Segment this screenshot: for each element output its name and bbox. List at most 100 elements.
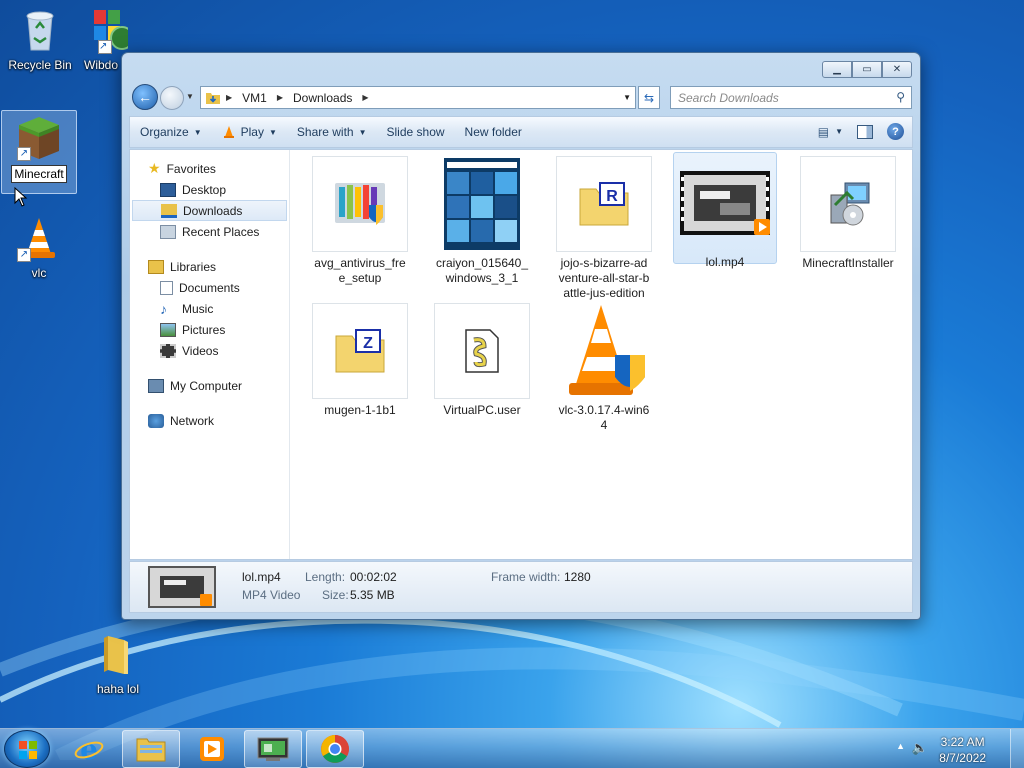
details-size-value: 5.35 MB — [350, 588, 395, 602]
address-bar[interactable]: ▶ VM1 ▶ Downloads ▶ ▼ — [200, 86, 636, 109]
taskbar-windows-explorer[interactable] — [122, 730, 180, 768]
navigation-pane: ★ Favorites Desktop Downloads Recent Plac… — [130, 150, 290, 559]
nav-libraries[interactable]: Libraries — [130, 256, 289, 277]
volume-icon[interactable]: 🔈 — [912, 740, 928, 756]
breadcrumb-arrow-icon[interactable]: ▶ — [362, 93, 368, 102]
vlc-small-icon — [223, 126, 234, 138]
play-button[interactable]: Play ▼ — [212, 125, 287, 139]
file-item[interactable]: Z mugen-1-1b1 — [308, 301, 412, 418]
maximize-button[interactable]: ▭ — [852, 61, 882, 78]
desktop-icon-recycle-bin[interactable]: Recycle Bin — [2, 6, 78, 72]
media-player-icon — [200, 737, 224, 761]
nav-music[interactable]: ♪ Music — [130, 298, 289, 319]
details-file-name: lol.mp4 — [242, 570, 281, 584]
libraries-icon — [148, 259, 164, 274]
caption-buttons: ▁ ▭ ✕ — [822, 61, 912, 78]
search-placeholder: Search Downloads — [678, 90, 779, 105]
nav-label: Music — [182, 301, 214, 316]
desktop-icon-vlc[interactable]: ↗ vlc — [1, 214, 77, 280]
downloads-folder-icon — [206, 92, 220, 104]
details-frame-width-label: Frame width: — [491, 570, 561, 584]
nav-documents[interactable]: Documents — [130, 277, 289, 298]
nav-label: Desktop — [182, 182, 227, 197]
minimize-button[interactable]: ▁ — [822, 61, 852, 78]
taskbar: e ▲ 🔈 3:22 AM 8/7/2022 — [0, 728, 1024, 768]
nav-network[interactable]: Network — [130, 410, 289, 431]
desktop-icon-label: Recycle Bin — [8, 58, 72, 72]
new-folder-button[interactable]: New folder — [455, 125, 532, 139]
nav-videos[interactable]: Videos — [130, 340, 289, 361]
nav-downloads[interactable]: Downloads — [132, 200, 287, 221]
shortcut-arrow-icon: ↗ — [98, 40, 112, 54]
show-hidden-icons-icon[interactable]: ▲ — [896, 741, 905, 751]
forward-button[interactable] — [160, 86, 184, 110]
details-length-label: Length: — [305, 570, 346, 584]
preview-pane-icon[interactable] — [857, 124, 873, 139]
desktop-icon-haha-lol[interactable]: haha lol — [80, 630, 156, 696]
chevron-down-icon[interactable]: ▼ — [835, 127, 843, 136]
svg-text:R: R — [606, 188, 618, 205]
maximize-icon: ▭ — [862, 64, 872, 75]
content-area: ★ Favorites Desktop Downloads Recent Plac… — [129, 149, 913, 560]
nav-desktop[interactable]: Desktop — [130, 179, 289, 200]
taskbar-chrome[interactable] — [306, 730, 364, 768]
taskbar-internet-explorer[interactable]: e — [60, 730, 118, 768]
rename-field[interactable]: Minecraft — [11, 165, 67, 183]
breadcrumb-arrow-icon[interactable]: ▶ — [277, 93, 283, 102]
documents-icon — [160, 280, 173, 295]
nav-label: Favorites — [166, 161, 216, 176]
help-icon[interactable]: ? — [887, 123, 904, 140]
show-desktop-button[interactable] — [1010, 729, 1024, 768]
star-icon: ★ — [148, 160, 161, 176]
taskbar-virtual-pc[interactable] — [244, 730, 302, 768]
share-with-button[interactable]: Share with ▼ — [287, 125, 377, 139]
nav-label: Videos — [182, 343, 219, 358]
recent-pages-dropdown[interactable]: ▼ — [186, 92, 194, 101]
breadcrumb-vm1[interactable]: VM1 — [242, 91, 267, 105]
nav-favorites[interactable]: ★ Favorites — [130, 158, 289, 179]
file-item[interactable]: vlc-3.0.17.4-win6 4 — [552, 301, 656, 433]
taskbar-media-player[interactable] — [183, 730, 241, 768]
start-button[interactable] — [4, 730, 50, 768]
file-item[interactable]: craiyon_015640_ windows_3_1 — [430, 154, 534, 286]
search-input[interactable]: Search Downloads ⚲ — [670, 86, 912, 109]
nav-label: Network — [170, 413, 215, 428]
breadcrumb-arrow-icon[interactable]: ▶ — [226, 93, 232, 102]
image-thumbnail — [434, 156, 530, 252]
nav-my-computer[interactable]: My Computer — [130, 375, 289, 396]
video-thumbnail — [677, 155, 773, 251]
back-arrow-icon: ← — [138, 89, 152, 105]
close-button[interactable]: ✕ — [882, 61, 912, 78]
file-item[interactable]: R jojo-s-bizarre-ad venture-all-star-b a… — [552, 154, 656, 301]
view-controls: ▤ ▼ ? — [818, 123, 904, 140]
slide-show-button[interactable]: Slide show — [377, 125, 455, 139]
back-button[interactable]: ← — [132, 84, 158, 110]
zip-archive-icon: Z — [312, 303, 408, 399]
refresh-button[interactable]: ⇆ — [638, 86, 660, 109]
chevron-down-icon: ▼ — [358, 127, 367, 137]
organize-button[interactable]: Organize ▼ — [130, 125, 212, 139]
new-folder-label: New folder — [464, 125, 522, 139]
svg-text:e: e — [80, 734, 98, 764]
file-item[interactable]: VirtualPC.user — [430, 301, 534, 418]
computer-icon — [148, 378, 164, 393]
clock[interactable]: 3:22 AM 8/7/2022 — [939, 734, 986, 766]
desktop-icon-label: haha lol — [96, 682, 140, 696]
file-name: jojo-s-bizarre-ad venture-all-star-b att… — [558, 256, 650, 300]
nav-pictures[interactable]: Pictures — [130, 319, 289, 340]
file-item-selected[interactable]: lol.mp4 — [673, 152, 777, 269]
avg-installer-icon — [312, 156, 408, 252]
breadcrumb-downloads[interactable]: Downloads — [293, 91, 352, 105]
nav-recent-places[interactable]: Recent Places — [130, 221, 289, 242]
file-item[interactable]: avg_antivirus_fre e_setup — [308, 154, 412, 286]
explorer-window: ▁ ▭ ✕ ← ▼ ▶ VM1 ▶ Downloads ▶ ▼ ⇆ Search… — [121, 52, 921, 620]
address-dropdown-icon[interactable]: ▼ — [623, 93, 631, 102]
desktop-icon-minecraft[interactable]: ↗ Minecraft — [1, 110, 77, 194]
file-item[interactable]: MinecraftInstaller — [796, 154, 900, 271]
nav-label: Documents — [179, 280, 240, 295]
change-view-icon[interactable]: ▤ — [818, 125, 829, 139]
file-list: avg_antivirus_fre e_setup craiyon_015640… — [300, 150, 912, 559]
details-file-type: MP4 Video — [242, 588, 301, 602]
nav-label: Libraries — [170, 259, 217, 274]
shortcut-arrow-icon: ↗ — [17, 147, 31, 161]
